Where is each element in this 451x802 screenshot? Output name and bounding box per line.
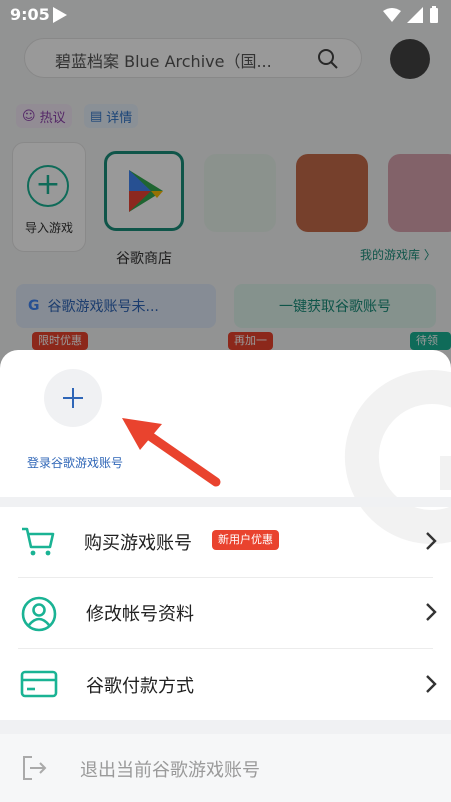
divider	[18, 648, 433, 649]
user-profile-icon	[21, 596, 57, 632]
status-bar: 9:05	[0, 0, 451, 30]
edit-profile-item[interactable]: 修改帐号资料	[0, 578, 451, 648]
new-user-offer-badge: 新用户优惠	[212, 530, 279, 550]
wifi-icon	[383, 8, 401, 22]
red-arrow-annotation	[122, 418, 221, 487]
plus-icon	[63, 388, 83, 408]
signal-icon	[407, 7, 423, 23]
logout-label: 退出当前谷歌游戏账号	[80, 760, 260, 781]
chevron-right-icon	[426, 603, 437, 621]
login-google-account-link[interactable]: 登录谷歌游戏账号	[27, 454, 123, 471]
chevron-right-icon	[426, 675, 437, 693]
section-divider	[0, 497, 451, 507]
battery-icon	[430, 6, 438, 23]
add-account-button[interactable]	[44, 369, 102, 427]
credit-card-icon	[20, 670, 58, 698]
chevron-right-icon	[426, 532, 437, 550]
buy-game-account-item[interactable]: 购买游戏账号 新用户优惠	[0, 507, 451, 577]
logout-item[interactable]: 退出当前谷歌游戏账号	[0, 734, 451, 802]
payment-method-label: 谷歌付款方式	[86, 676, 194, 697]
status-time: 9:05	[10, 5, 50, 24]
payment-method-item[interactable]: 谷歌付款方式	[0, 650, 451, 720]
logout-icon	[23, 756, 47, 780]
cart-icon	[22, 527, 55, 556]
play-notification-icon	[53, 7, 67, 23]
buy-game-account-label: 购买游戏账号	[84, 533, 192, 554]
edit-profile-label: 修改帐号资料	[86, 604, 194, 625]
account-bottom-sheet: 登录谷歌游戏账号 购买游戏账号 新用户优惠 修改帐号资料 谷歌付款方式 退出当前…	[0, 350, 451, 802]
section-divider	[0, 720, 451, 734]
